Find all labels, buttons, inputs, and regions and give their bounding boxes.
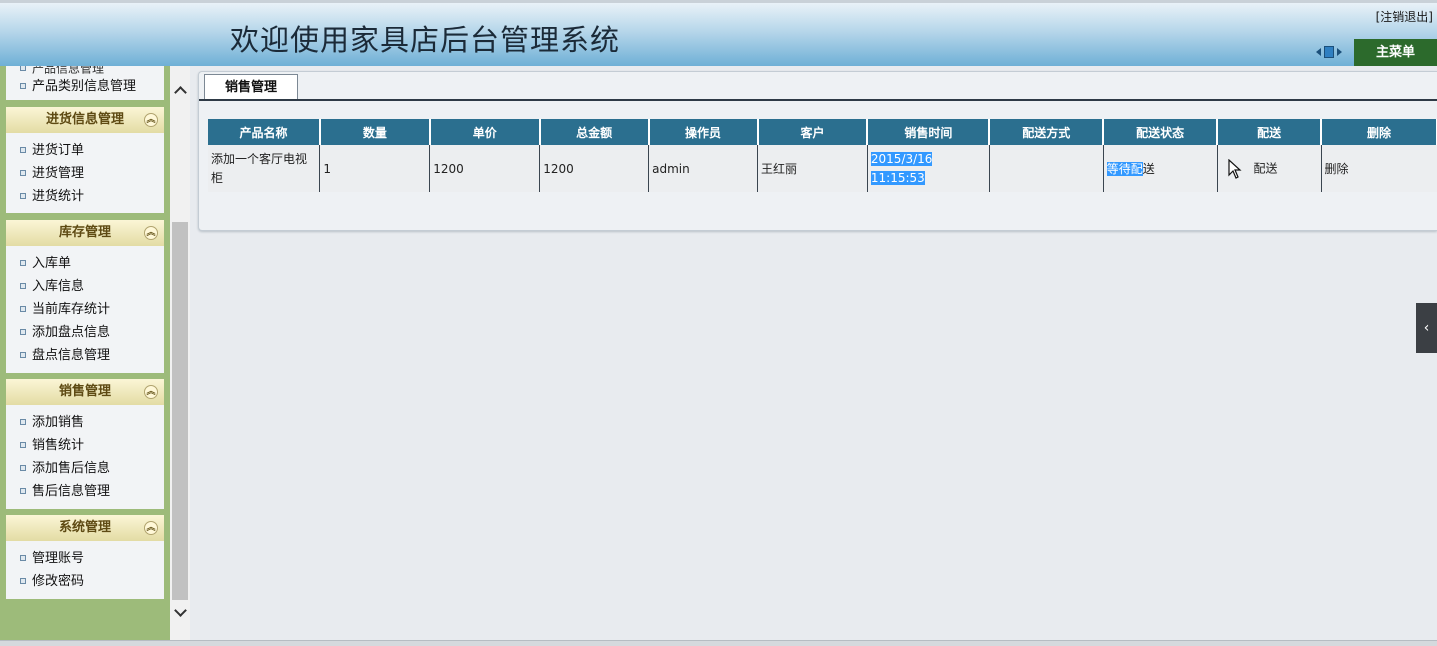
col-delete: 删除 <box>1321 119 1437 145</box>
tab-sales-management[interactable]: 销售管理 <box>204 74 298 100</box>
bullet-icon <box>20 328 26 335</box>
bullet-icon <box>20 351 26 358</box>
sidebar-item-stock-stats[interactable]: 当前库存统计 <box>6 298 164 321</box>
cell-customer: 王红丽 <box>757 145 868 192</box>
cell-total-amount: 1200 <box>539 145 650 192</box>
col-sale-time: 销售时间 <box>867 119 991 145</box>
sidebar-item-product-info[interactable]: 产品信息管理 <box>6 66 164 74</box>
delivery-status-selected: 等待配 <box>1106 162 1143 176</box>
collapse-icon[interactable]: ︽ <box>144 385 158 399</box>
sidebar-item-add-after-sale[interactable]: 添加售后信息 <box>6 457 164 480</box>
sidebar-group-header[interactable]: 系统管理 ︽ <box>6 515 164 541</box>
sidebar-item-stock-in-info[interactable]: 入库信息 <box>6 275 164 298</box>
logout-link[interactable]: [注销退出] <box>1376 8 1433 25</box>
sidebar-item-inventory-check-manage[interactable]: 盘点信息管理 <box>6 344 164 367</box>
delete-link[interactable]: 删除 <box>1325 162 1349 176</box>
col-delivery-status: 配送状态 <box>1103 119 1219 145</box>
sidebar-group-header[interactable]: 进货信息管理 ︽ <box>6 107 164 133</box>
col-operator: 操作员 <box>648 119 759 145</box>
cell-sale-time: 2015/3/16 11:15:53 <box>867 145 990 192</box>
sidebar-item-after-sale-manage[interactable]: 售后信息管理 <box>6 480 164 503</box>
sidebar-group-header[interactable]: 销售管理 ︽ <box>6 379 164 405</box>
mouse-cursor-icon <box>1228 158 1242 179</box>
scrollbar-thumb[interactable] <box>172 222 188 600</box>
sidebar-item-purchase-stats[interactable]: 进货统计 <box>6 185 164 208</box>
sidebar-item-manage-accounts[interactable]: 管理账号 <box>6 547 164 570</box>
col-delivery-method: 配送方式 <box>989 119 1105 145</box>
sidebar-item-purchase-order[interactable]: 进货订单 <box>6 139 164 162</box>
bullet-icon <box>20 66 26 71</box>
cell-delete: 删除 <box>1321 145 1437 192</box>
bottom-bar <box>0 640 1437 646</box>
cell-delivery-method <box>989 145 1104 192</box>
delivery-status-rest: 送 <box>1142 162 1155 176</box>
collapse-icon[interactable]: ︽ <box>144 226 158 240</box>
bullet-icon <box>20 464 26 471</box>
sidebar-item-purchase-manage[interactable]: 进货管理 <box>6 162 164 185</box>
cell-product-name: 添加一个客厅电视柜 <box>208 145 321 192</box>
table-header-row: 产品名称 数量 单价 总金额 操作员 客户 销售时间 配送方式 配送状态 配送 … <box>208 119 1437 145</box>
bullet-icon <box>20 418 26 425</box>
cell-unit-price: 1200 <box>429 145 541 192</box>
sidebar-group-sales: 销售管理 ︽ 添加销售 销售统计 添加售后信息 售后信息管理 <box>6 379 164 509</box>
sidebar-group-purchase: 进货信息管理 ︽ 进货订单 进货管理 进货统计 <box>6 107 164 213</box>
bullet-icon <box>20 577 26 584</box>
col-deliver: 配送 <box>1217 119 1323 145</box>
cell-operator: admin <box>648 145 759 192</box>
col-customer: 客户 <box>757 119 869 145</box>
sidebar-group-inventory: 库存管理 ︽ 入库单 入库信息 当前库存统计 添加盘点信息 盘点信息管理 <box>6 220 164 373</box>
sale-clock: 11:15:53 <box>870 170 925 185</box>
bullet-icon <box>20 282 26 289</box>
main-content: 销售管理 产品名称 数量 单价 总金额 操作员 客户 销售时间 配送方式 配送状… <box>190 66 1437 640</box>
sidebar-scrollbar[interactable] <box>170 66 190 640</box>
deliver-link[interactable]: 配送 <box>1253 161 1277 175</box>
sidebar-item-sales-stats[interactable]: 销售统计 <box>6 434 164 457</box>
bullet-icon <box>20 441 26 448</box>
sidebar-group-system: 系统管理 ︽ 管理账号 修改密码 <box>6 515 164 599</box>
collapse-icon[interactable]: ︽ <box>144 521 158 535</box>
col-unit-price: 单价 <box>429 119 541 145</box>
scroll-down-icon[interactable] <box>170 602 190 624</box>
bullet-icon <box>20 305 26 312</box>
cell-deliver: 配送 <box>1217 145 1322 192</box>
header-banner: 欢迎使用家具店后台管理系统 [注销退出] 主菜单 <box>0 0 1437 67</box>
scroll-up-icon[interactable] <box>170 80 190 102</box>
sidebar-item-product-category[interactable]: 产品类别信息管理 <box>6 74 164 100</box>
bullet-icon <box>20 554 26 561</box>
sales-table: 产品名称 数量 单价 总金额 操作员 客户 销售时间 配送方式 配送状态 配送 … <box>208 119 1437 192</box>
bullet-icon <box>20 259 26 266</box>
sidebar-group-header[interactable]: 库存管理 ︽ <box>6 220 164 246</box>
sidebar-top-block: 产品信息管理 产品类别信息管理 <box>6 66 164 100</box>
cell-delivery-status: 等待配送 <box>1103 145 1218 192</box>
col-quantity: 数量 <box>319 119 431 145</box>
sidebar-item-change-password[interactable]: 修改密码 <box>6 570 164 593</box>
collapse-icon[interactable]: ︽ <box>144 113 158 127</box>
app-title: 欢迎使用家具店后台管理系统 <box>230 23 621 57</box>
sidebar-item-stock-in-order[interactable]: 入库单 <box>6 252 164 275</box>
bullet-icon <box>20 146 26 153</box>
table-row: 添加一个客厅电视柜 1 1200 1200 admin 王红丽 2015/3/1… <box>208 145 1437 192</box>
tab-divider <box>199 99 1437 101</box>
sidebar-item-add-sale[interactable]: 添加销售 <box>6 411 164 434</box>
col-total-amount: 总金额 <box>539 119 650 145</box>
collapse-panel-icon[interactable]: ‹ <box>1416 303 1437 353</box>
sidebar-item-add-inventory-check[interactable]: 添加盘点信息 <box>6 321 164 344</box>
cell-quantity: 1 <box>319 145 431 192</box>
bullet-icon <box>20 487 26 494</box>
bullet-icon <box>20 169 26 176</box>
bullet-icon <box>20 192 26 199</box>
sale-date: 2015/3/16 <box>870 151 933 166</box>
toggle-arrows-icon[interactable] <box>1316 45 1342 59</box>
bullet-icon <box>20 82 26 89</box>
sidebar: 产品信息管理 产品类别信息管理 进货信息管理 ︽ 进货订单 进货管理 进货统计 … <box>0 66 170 640</box>
col-product-name: 产品名称 <box>208 119 321 145</box>
sales-panel: 销售管理 产品名称 数量 单价 总金额 操作员 客户 销售时间 配送方式 配送状… <box>198 71 1437 231</box>
main-menu-button[interactable]: 主菜单 <box>1354 39 1437 67</box>
